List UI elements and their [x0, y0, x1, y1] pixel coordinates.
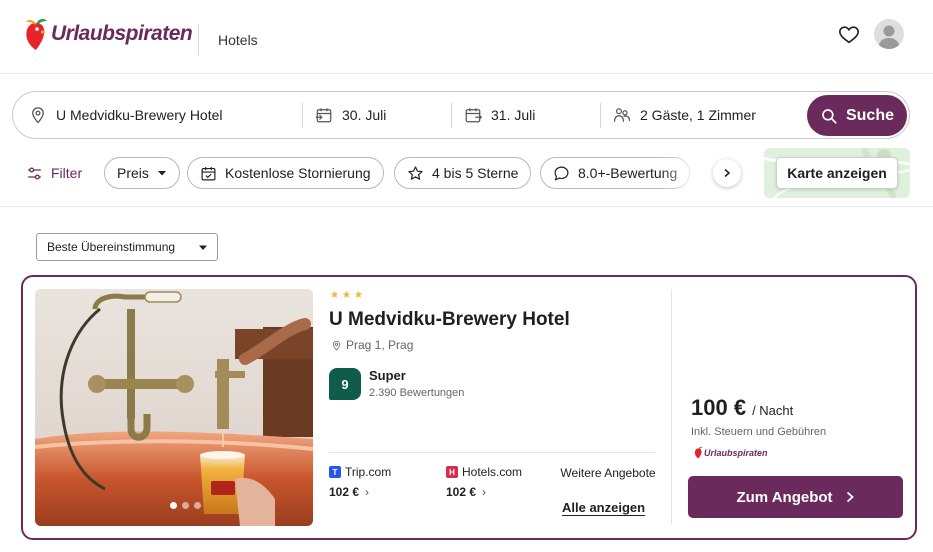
parrot-logo-icon: [694, 446, 703, 459]
chip-free-cancellation[interactable]: Kostenlose Stornierung: [187, 157, 384, 189]
price-source: Urlaubspiraten: [694, 446, 768, 459]
chip-free-cancellation-label: Kostenlose Stornierung: [225, 165, 371, 181]
brand-logo[interactable]: Urlaubspiraten: [24, 14, 193, 54]
logo-text: Urlaubspiraten: [51, 22, 193, 45]
destination-value: U Medvidku-Brewery Hotel: [56, 107, 223, 123]
chevron-right-icon: ›: [365, 485, 370, 499]
calendar-out-icon: [465, 108, 482, 123]
star-icon: [330, 290, 339, 298]
trip-com-logo-icon: T: [329, 466, 341, 478]
checkout-field[interactable]: 31. Juli: [464, 92, 535, 138]
destination-field[interactable]: U Medvidku-Brewery Hotel: [29, 92, 223, 138]
scroll-chips-right-button[interactable]: [713, 159, 741, 187]
photo-carousel-dots: [170, 502, 201, 509]
location-pin-icon: [332, 340, 341, 351]
search-icon: [822, 108, 837, 124]
price-source-name: Urlaubspiraten: [704, 447, 768, 458]
search-bar: U Medvidku-Brewery Hotel 30. Juli 31. Ju…: [12, 91, 910, 139]
chevron-right-icon: [724, 168, 731, 178]
carousel-dot[interactable]: [170, 502, 177, 509]
guests-value: 2 Gäste, 1 Zimmer: [640, 107, 756, 123]
location-pin-icon: [32, 107, 44, 124]
hotels-com-logo-icon: H: [446, 466, 458, 478]
sort-select[interactable]: Beste Übereinstimmung: [36, 233, 218, 261]
star-icon: [342, 290, 351, 298]
offers-divider: [329, 452, 655, 453]
chip-stars[interactable]: 4 bis 5 Sterne: [394, 157, 532, 189]
hotel-name[interactable]: U Medvidku-Brewery Hotel: [329, 309, 570, 331]
search-divider: [600, 103, 601, 128]
star-icon: [408, 165, 423, 180]
header-divider: [198, 24, 199, 56]
show-all-offers-link[interactable]: Alle anzeigen: [562, 500, 645, 515]
top-header: Urlaubspiraten Hotels: [0, 0, 933, 74]
hotel-photo[interactable]: [35, 289, 313, 526]
price-block: 100 € / Nacht: [691, 395, 793, 421]
provider-price: 102 €: [329, 485, 360, 499]
review-count: 2.390 Bewertungen: [369, 387, 465, 399]
chevron-right-icon: ›: [482, 485, 487, 499]
sort-selected-value: Beste Übereinstimmung: [47, 240, 176, 254]
show-map-button[interactable]: Karte anzeigen: [776, 157, 898, 189]
sliders-icon: [28, 166, 41, 180]
checkin-value: 30. Juli: [342, 107, 387, 123]
chip-price[interactable]: Preis: [104, 157, 180, 189]
caret-down-icon: [199, 245, 207, 250]
rating-score-badge: 9: [329, 368, 361, 400]
filter-button[interactable]: Filter: [26, 164, 82, 182]
carousel-dot[interactable]: [194, 502, 201, 509]
provider-name: Trip.com: [345, 465, 392, 479]
offer-hotels-com[interactable]: H Hotels.com 102 € ›: [446, 465, 522, 499]
caret-down-icon: [157, 171, 166, 176]
hotel-location-text: Prag 1, Prag: [346, 338, 414, 352]
nav-item-hotels[interactable]: Hotels: [218, 32, 258, 48]
chip-price-label: Preis: [117, 165, 149, 181]
parrot-logo-icon: [26, 18, 47, 50]
more-offers-label: Weitere Angebote: [560, 466, 656, 480]
price-unit: / Nacht: [752, 403, 794, 418]
search-button[interactable]: Suche: [807, 95, 907, 136]
search-divider: [451, 103, 452, 128]
price-value: 100 €: [691, 395, 747, 420]
filter-row-divider: [0, 206, 933, 207]
filter-label: Filter: [51, 165, 83, 181]
search-button-label: Suche: [845, 106, 894, 124]
checkin-field[interactable]: 30. Juli: [315, 92, 386, 138]
speech-bubble-icon: [554, 166, 569, 180]
provider-name: Hotels.com: [462, 465, 523, 479]
checkout-value: 31. Juli: [491, 107, 536, 123]
chip-stars-label: 4 bis 5 Sterne: [432, 165, 519, 181]
hotel-location: Prag 1, Prag: [331, 338, 413, 352]
card-divider: [671, 289, 672, 525]
guests-field[interactable]: 2 Gäste, 1 Zimmer: [613, 92, 756, 138]
guests-icon: [613, 108, 631, 122]
view-offer-button[interactable]: Zum Angebot: [688, 476, 903, 518]
provider-price: 102 €: [446, 485, 477, 499]
view-offer-label: Zum Angebot: [736, 488, 833, 506]
chip-fade-overlay: [660, 156, 704, 190]
heart-icon[interactable]: [838, 24, 860, 46]
carousel-dot[interactable]: [182, 502, 189, 509]
search-divider: [302, 103, 303, 128]
price-note: Inkl. Steuern und Gebühren: [691, 426, 827, 438]
calendar-in-icon: [315, 108, 332, 123]
chevron-right-icon: [846, 491, 854, 503]
hotel-star-rating: [330, 290, 363, 299]
rating-label: Super: [369, 368, 406, 383]
offer-trip-com[interactable]: T Trip.com 102 € ›: [329, 465, 391, 499]
calendar-check-icon: [201, 166, 216, 180]
star-icon: [354, 290, 363, 298]
user-avatar-icon[interactable]: [874, 19, 904, 49]
